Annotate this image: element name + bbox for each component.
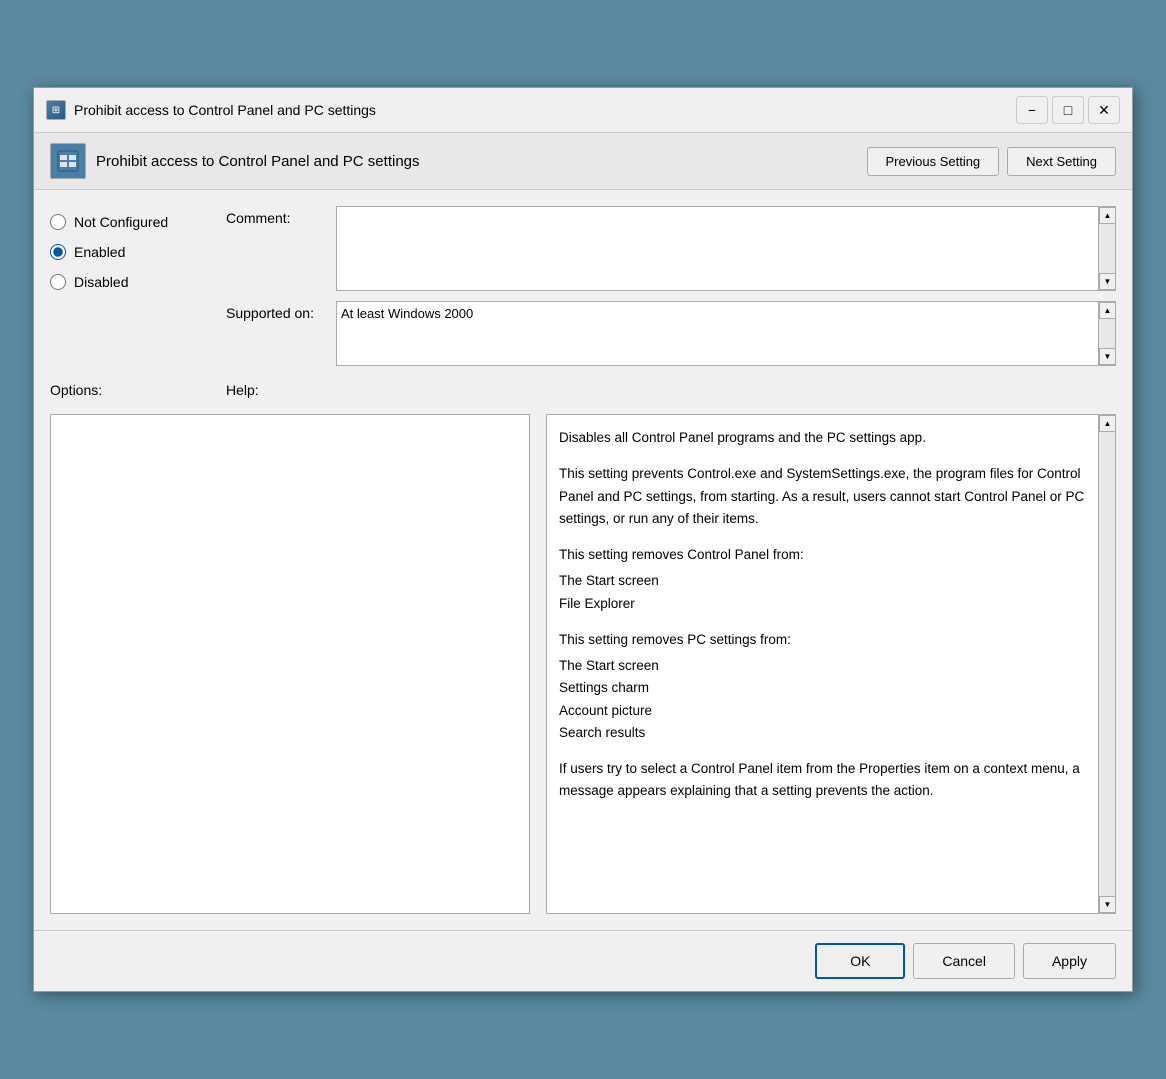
maximize-button[interactable]: □ xyxy=(1052,96,1084,124)
title-bar-text: Prohibit access to Control Panel and PC … xyxy=(74,102,376,118)
minimize-button[interactable]: − xyxy=(1016,96,1048,124)
help-box-wrapper: Disables all Control Panel programs and … xyxy=(546,414,1116,914)
enabled-radio[interactable] xyxy=(50,244,66,260)
not-configured-label: Not Configured xyxy=(74,214,168,230)
main-dialog: ⊞ Prohibit access to Control Panel and P… xyxy=(33,87,1133,992)
section-headers: Options: Help: xyxy=(50,378,1116,402)
comment-input[interactable] xyxy=(337,207,1098,290)
enabled-option[interactable]: Enabled xyxy=(50,244,210,260)
disabled-option[interactable]: Disabled xyxy=(50,274,210,290)
comment-scroll-track xyxy=(1099,224,1115,273)
ok-button[interactable]: OK xyxy=(815,943,905,979)
supported-label: Supported on: xyxy=(226,301,326,321)
main-content: Not Configured Enabled Disabled Comment: xyxy=(34,190,1132,930)
help-scrollbar: ▲ ▼ xyxy=(1098,415,1115,913)
apply-button[interactable]: Apply xyxy=(1023,943,1116,979)
header-title: Prohibit access to Control Panel and PC … xyxy=(96,153,420,170)
help-text-content: Disables all Control Panel programs and … xyxy=(547,415,1098,913)
help-scroll-up[interactable]: ▲ xyxy=(1099,415,1116,432)
help-para-3c: File Explorer xyxy=(559,593,1086,615)
supported-scroll-down[interactable]: ▼ xyxy=(1099,348,1116,365)
help-container: Disables all Control Panel programs and … xyxy=(546,414,1116,914)
options-header: Options: xyxy=(50,382,210,398)
help-scroll-track xyxy=(1099,432,1115,896)
header-buttons: Previous Setting Next Setting xyxy=(867,147,1117,176)
supported-box: At least Windows 2000 ▲ ▼ xyxy=(336,301,1116,366)
comment-label: Comment: xyxy=(226,206,326,226)
title-bar: ⊞ Prohibit access to Control Panel and P… xyxy=(34,88,1132,133)
enabled-label: Enabled xyxy=(74,244,125,260)
top-section: Not Configured Enabled Disabled Comment: xyxy=(50,206,1116,366)
dialog-icon: ⊞ xyxy=(46,100,66,120)
comment-field-group: Comment: ▲ ▼ xyxy=(226,206,1116,291)
right-section: Comment: ▲ ▼ Supported on: At least xyxy=(226,206,1116,366)
supported-scroll-up[interactable]: ▲ xyxy=(1099,302,1116,319)
title-bar-controls: − □ ✕ xyxy=(1016,96,1120,124)
header-icon xyxy=(50,143,86,179)
comment-box: ▲ ▼ xyxy=(336,206,1116,291)
header-bar: Prohibit access to Control Panel and PC … xyxy=(34,133,1132,190)
supported-scrollbar: ▲ ▼ xyxy=(1098,302,1115,365)
help-para-3b: The Start screen xyxy=(559,570,1086,592)
disabled-radio[interactable] xyxy=(50,274,66,290)
help-para-5: If users try to select a Control Panel i… xyxy=(559,758,1086,803)
options-box xyxy=(50,414,530,914)
disabled-label: Disabled xyxy=(74,274,128,290)
close-button[interactable]: ✕ xyxy=(1088,96,1120,124)
supported-scroll-track xyxy=(1099,319,1115,348)
help-header: Help: xyxy=(226,382,1116,398)
next-setting-button[interactable]: Next Setting xyxy=(1007,147,1116,176)
help-scroll-down[interactable]: ▼ xyxy=(1099,896,1116,913)
supported-field-group: Supported on: At least Windows 2000 ▲ ▼ xyxy=(226,301,1116,366)
footer: OK Cancel Apply xyxy=(34,930,1132,991)
help-para-4e: Search results xyxy=(559,722,1086,744)
help-para-4b: The Start screen xyxy=(559,655,1086,677)
not-configured-radio[interactable] xyxy=(50,214,66,230)
comment-scroll-up[interactable]: ▲ xyxy=(1099,207,1116,224)
cancel-button[interactable]: Cancel xyxy=(913,943,1015,979)
help-para-3a: This setting removes Control Panel from: xyxy=(559,544,1086,566)
radio-group: Not Configured Enabled Disabled xyxy=(50,206,210,366)
help-para-4a: This setting removes PC settings from: xyxy=(559,629,1086,651)
not-configured-option[interactable]: Not Configured xyxy=(50,214,210,230)
comment-scroll-down[interactable]: ▼ xyxy=(1099,273,1116,290)
help-para-1: Disables all Control Panel programs and … xyxy=(559,427,1086,449)
help-para-2: This setting prevents Control.exe and Sy… xyxy=(559,463,1086,530)
bottom-section: Disables all Control Panel programs and … xyxy=(50,414,1116,914)
supported-value: At least Windows 2000 xyxy=(337,302,1098,365)
title-bar-left: ⊞ Prohibit access to Control Panel and P… xyxy=(46,100,376,120)
previous-setting-button[interactable]: Previous Setting xyxy=(867,147,1000,176)
header-left: Prohibit access to Control Panel and PC … xyxy=(50,143,420,179)
help-para-4d: Account picture xyxy=(559,700,1086,722)
comment-scrollbar: ▲ ▼ xyxy=(1098,207,1115,290)
help-para-4c: Settings charm xyxy=(559,677,1086,699)
